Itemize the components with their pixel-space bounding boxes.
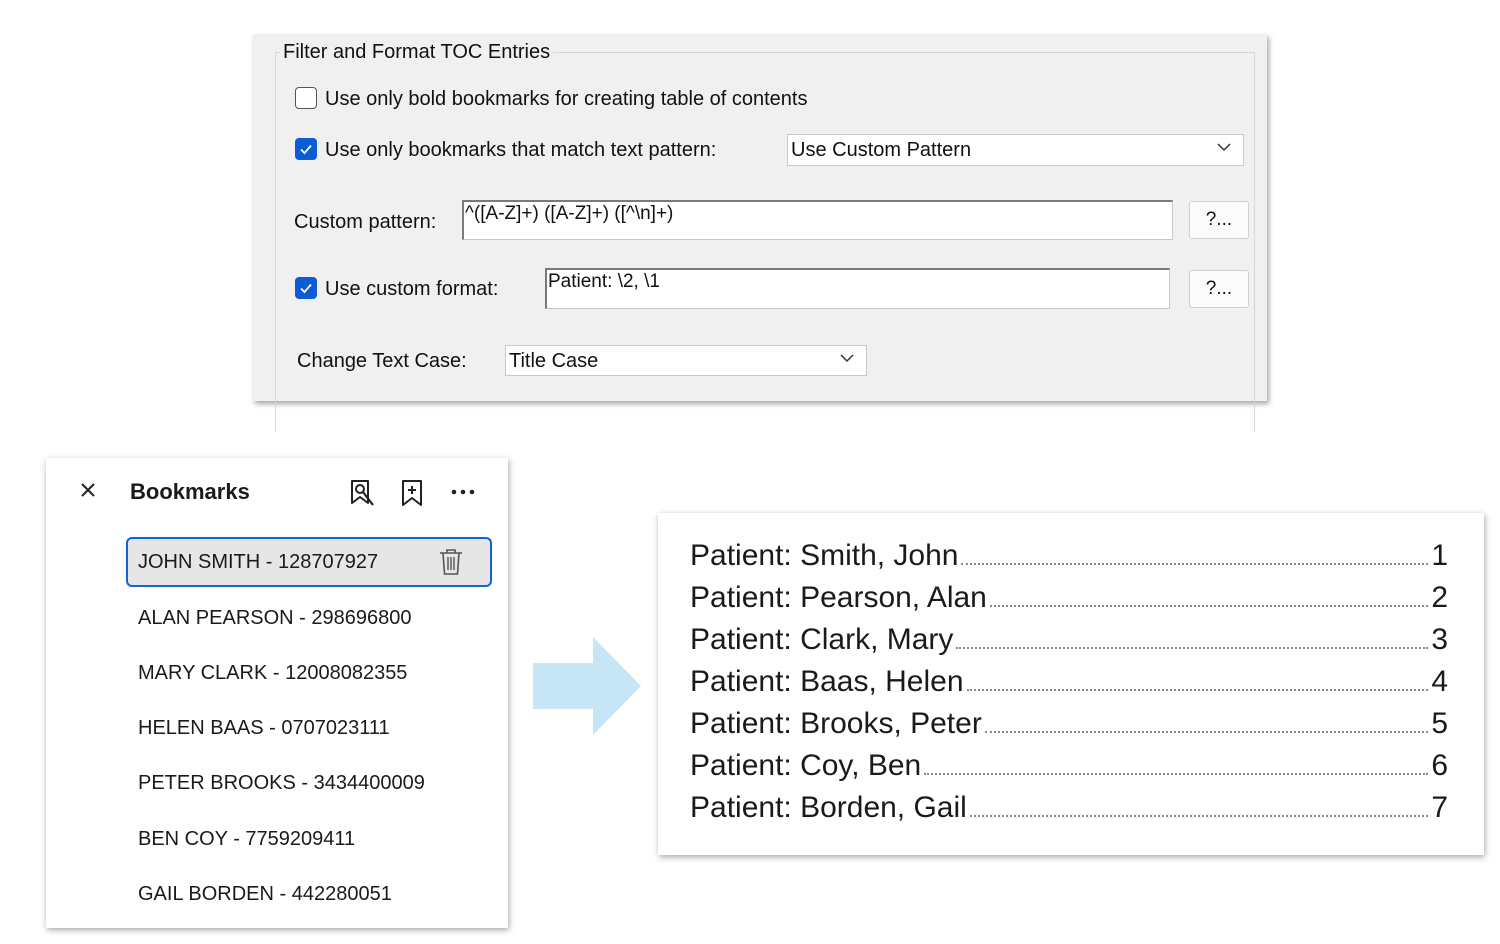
text-case-label: Change Text Case: [297,350,467,372]
toc-leader [966,689,1429,691]
checkmark-icon [300,283,312,294]
arrow-right-icon [533,637,641,735]
bookmark-label: ALAN PEARSON - 298696800 [138,607,412,629]
search-bookmark-icon[interactable] [349,479,375,507]
toc-page-number: 7 [1431,791,1448,824]
bookmark-item[interactable]: JOHN SMITH - 128707927 [126,537,492,587]
bookmark-item[interactable]: MARY CLARK - 12008082355 [126,648,492,698]
bookmark-label: BEN COY - 7759209411 [138,828,356,850]
bookmark-label: HELEN BAAS - 0707023111 [138,717,390,739]
toc-entry: Patient: Pearson, Alan 2 [690,573,1448,615]
toc-entry: Patient: Brooks, Peter 5 [690,699,1448,741]
toc-entry: Patient: Coy, Ben 6 [690,741,1448,783]
custom-format-input[interactable]: Patient: \2, \1 [545,268,1170,309]
toc-entry-text: Patient: Baas, Helen [690,665,964,698]
bold-only-checkbox[interactable] [295,87,317,109]
chevron-down-icon [1217,143,1231,152]
bookmark-item[interactable]: ALAN PEARSON - 298696800 [126,593,492,643]
toc-page-number: 2 [1431,581,1448,614]
checkmark-icon [300,144,312,155]
toc-leader [956,647,1429,649]
toc-page-number: 5 [1431,707,1448,740]
bookmark-label: MARY CLARK - 12008082355 [138,662,408,684]
toc-entry-text: Patient: Borden, Gail [690,791,967,824]
match-pattern-checkbox[interactable] [295,138,317,160]
text-case-value: Title Case [509,350,599,372]
pattern-select[interactable]: Use Custom Pattern [787,134,1244,166]
toc-leader [961,563,1429,565]
bookmarks-title: Bookmarks [130,479,250,504]
custom-format-checkbox[interactable] [295,277,317,299]
close-icon[interactable] [80,482,96,498]
toc-entry: Patient: Borden, Gail 7 [690,783,1448,825]
match-pattern-label[interactable]: Use only bookmarks that match text patte… [325,139,716,162]
pattern-help-button[interactable]: ?... [1189,201,1249,239]
format-help-button[interactable]: ?... [1189,270,1249,308]
toc-page-number: 1 [1431,539,1448,572]
bookmark-item[interactable]: PETER BROOKS - 3434400009 [126,758,492,808]
toc-page-number: 6 [1431,749,1448,782]
bold-only-label[interactable]: Use only bold bookmarks for creating tab… [325,88,807,111]
toc-leader [969,815,1429,817]
toc-leader [989,605,1429,607]
text-case-select[interactable]: Title Case [505,345,867,376]
bookmark-item[interactable]: BEN COY - 7759209411 [126,814,492,864]
bookmark-item[interactable]: GAIL BORDEN - 442280051 [126,869,492,919]
toc-entry-text: Patient: Smith, John [690,539,959,572]
toc-leader [924,773,1429,775]
custom-format-label[interactable]: Use custom format: [325,278,498,301]
bookmarks-panel: Bookmarks JOHN SMITH - 128707927 ALAN PE… [46,458,508,928]
custom-pattern-label: Custom pattern: [294,211,437,233]
toc-preview: Patient: Smith, John 1 Patient: Pearson, … [658,513,1484,855]
toc-entry: Patient: Baas, Helen 4 [690,657,1448,699]
trash-icon[interactable] [438,548,464,576]
toc-entry-text: Patient: Clark, Mary [690,623,954,656]
toc-entry: Patient: Smith, John 1 [690,531,1448,573]
group-title: Filter and Format TOC Entries [280,41,554,64]
custom-pattern-input[interactable]: ^([A-Z]+) ([A-Z]+) ([^\n]+) [462,200,1173,240]
toc-entry-text: Patient: Brooks, Peter [690,707,982,740]
pattern-select-value: Use Custom Pattern [791,139,972,161]
bookmark-label: GAIL BORDEN - 442280051 [138,883,392,905]
bookmark-label: PETER BROOKS - 3434400009 [138,772,425,794]
toc-entry-text: Patient: Pearson, Alan [690,581,987,614]
chevron-down-icon [840,354,854,363]
bookmark-item[interactable]: HELEN BAAS - 0707023111 [126,703,492,753]
toc-entry-text: Patient: Coy, Ben [690,749,922,782]
toc-filter-dialog: Filter and Format TOC Entries Use only b… [253,34,1267,432]
toc-leader [984,731,1429,733]
toc-page-number: 4 [1431,665,1448,698]
add-bookmark-icon[interactable] [401,479,423,507]
bookmark-label: JOHN SMITH - 128707927 [138,551,379,573]
more-options-icon[interactable] [451,489,475,495]
toc-page-number: 3 [1431,623,1448,656]
toc-entry: Patient: Clark, Mary 3 [690,615,1448,657]
